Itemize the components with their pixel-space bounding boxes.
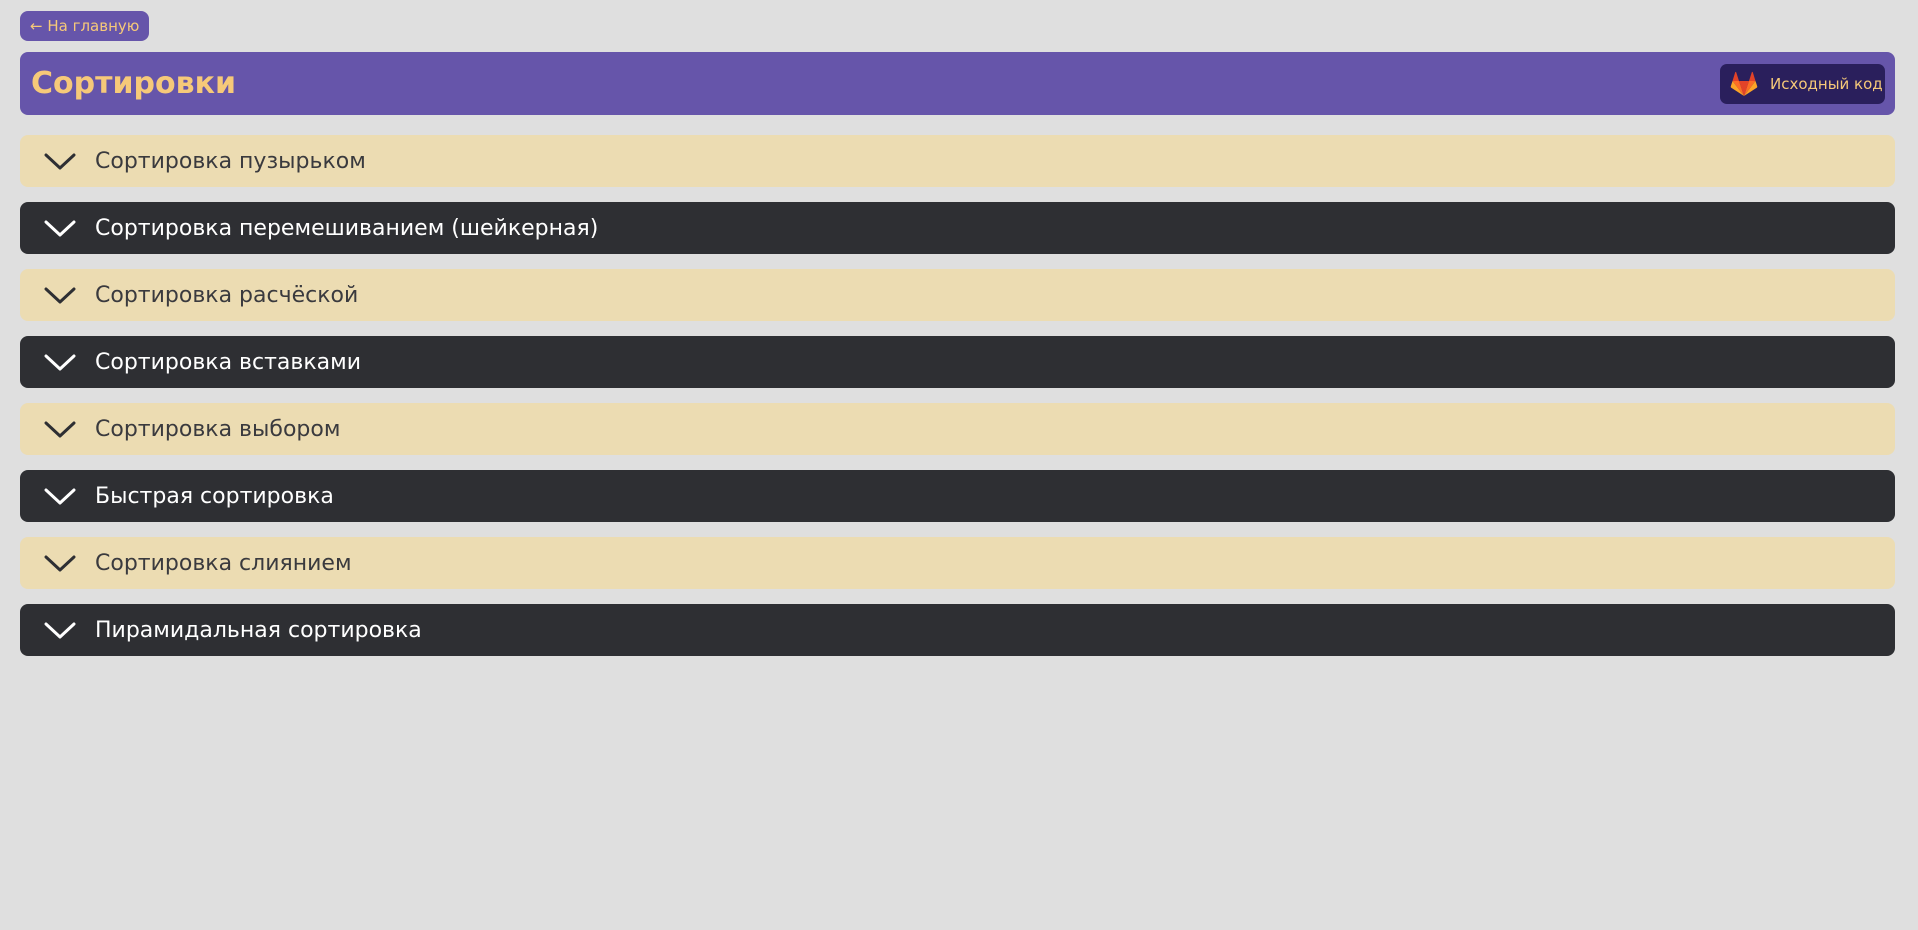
chevron-down-icon bbox=[44, 287, 76, 305]
chevron-down-icon bbox=[44, 488, 76, 506]
page-header: Сортировки Исходный код bbox=[20, 52, 1895, 115]
accordion-item-label: Пирамидальная сортировка bbox=[95, 618, 422, 643]
page-title: Сортировки bbox=[31, 66, 236, 101]
chevron-down-icon bbox=[44, 622, 76, 640]
chevron-down-icon bbox=[44, 555, 76, 573]
source-code-label: Исходный код bbox=[1770, 75, 1883, 93]
accordion-item[interactable]: Пирамидальная сортировка bbox=[20, 604, 1895, 656]
accordion-item[interactable]: Сортировка слиянием bbox=[20, 537, 1895, 589]
accordion-item-label: Сортировка выбором bbox=[95, 417, 341, 442]
accordion-item-label: Быстрая сортировка bbox=[95, 484, 334, 509]
accordion-item-label: Сортировка слиянием bbox=[95, 551, 352, 576]
gitlab-icon bbox=[1730, 71, 1758, 97]
accordion-item-label: Сортировка перемешиванием (шейкерная) bbox=[95, 216, 599, 241]
chevron-down-icon bbox=[44, 220, 76, 238]
chevron-down-icon bbox=[44, 153, 76, 171]
accordion-item-label: Сортировка пузырьком bbox=[95, 149, 366, 174]
chevron-down-icon bbox=[44, 421, 76, 439]
accordion-item[interactable]: Быстрая сортировка bbox=[20, 470, 1895, 522]
back-to-home-button[interactable]: ← На главную bbox=[20, 11, 150, 41]
accordion-item[interactable]: Сортировка вставками bbox=[20, 336, 1895, 388]
accordion-item-label: Сортировка вставками bbox=[95, 350, 362, 375]
accordion-item[interactable]: Сортировка выбором bbox=[20, 403, 1895, 455]
source-code-button[interactable]: Исходный код bbox=[1720, 64, 1885, 104]
accordion-item[interactable]: Сортировка расчёской bbox=[20, 269, 1895, 321]
accordion-item-label: Сортировка расчёской bbox=[95, 283, 359, 308]
chevron-down-icon bbox=[44, 354, 76, 372]
accordion-item[interactable]: Сортировка перемешиванием (шейкерная) bbox=[20, 202, 1895, 254]
accordion-item[interactable]: Сортировка пузырьком bbox=[20, 135, 1895, 187]
